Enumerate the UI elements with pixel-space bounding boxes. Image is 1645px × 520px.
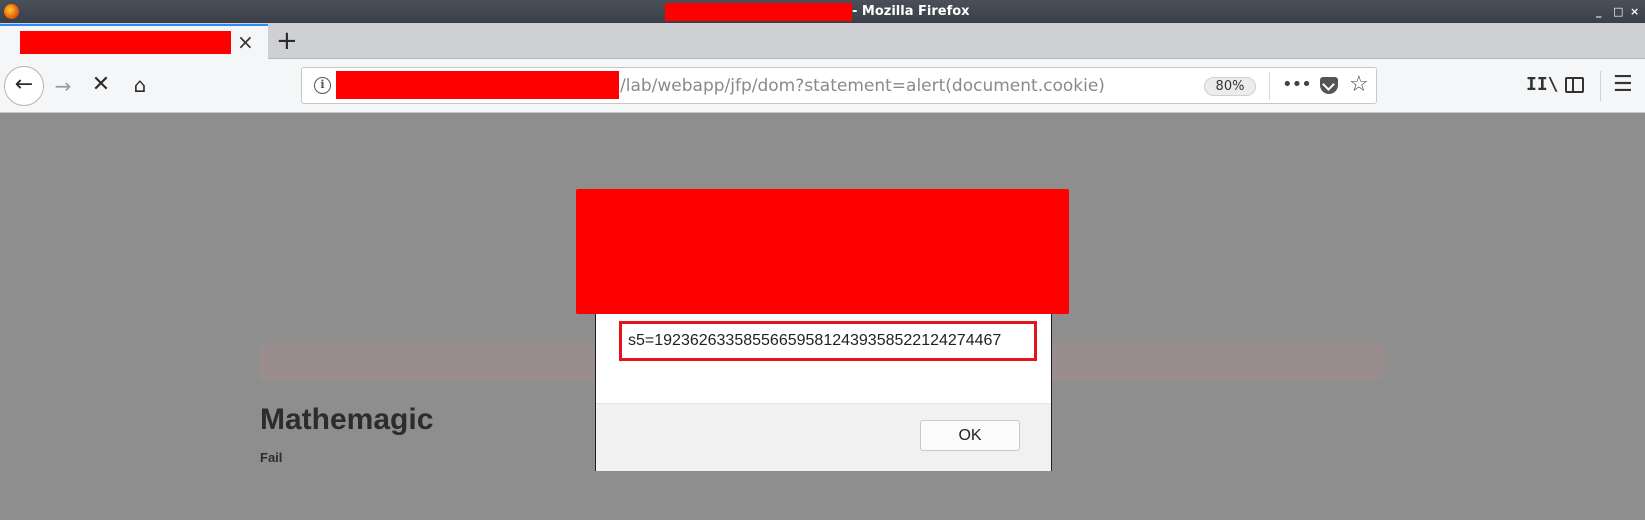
firefox-logo-icon bbox=[4, 4, 19, 19]
url-bar[interactable]: i /lab/webapp/jfp/dom?statement=alert(do… bbox=[301, 67, 1377, 104]
toolbar-separator bbox=[1600, 71, 1601, 101]
message-highlight-box: s5=1923626335855665958124393585221242744… bbox=[619, 321, 1037, 361]
alert-message: s5=1923626335855665958124393585221242744… bbox=[628, 332, 1002, 349]
sidebar-toggle-icon[interactable] bbox=[1565, 77, 1584, 93]
tab-strip: × bbox=[0, 23, 1645, 59]
close-window-button[interactable]: × bbox=[1630, 3, 1639, 20]
page-actions-icon[interactable]: ••• bbox=[1282, 73, 1312, 97]
pocket-icon[interactable] bbox=[1320, 77, 1338, 94]
library-icon[interactable]: II\ bbox=[1526, 73, 1559, 97]
forward-button[interactable]: → bbox=[51, 74, 75, 98]
window-titlebar: - Mozilla Firefox _ □ × bbox=[0, 0, 1645, 23]
bookmark-star-icon[interactable]: ☆ bbox=[1349, 72, 1369, 98]
tab-close-icon[interactable]: × bbox=[237, 29, 254, 55]
hamburger-menu-icon[interactable]: ☰ bbox=[1613, 73, 1633, 97]
tab-title-redaction bbox=[20, 31, 231, 54]
home-button[interactable]: ⌂ bbox=[127, 73, 153, 97]
url-separator bbox=[1269, 72, 1270, 100]
ok-button[interactable]: OK bbox=[920, 420, 1020, 451]
navigation-toolbar: ← → ✕ ⌂ i /lab/webapp/jfp/dom?statement=… bbox=[0, 59, 1645, 113]
window-title: - Mozilla Firefox bbox=[852, 4, 970, 19]
minimize-button[interactable]: _ bbox=[1596, 3, 1602, 20]
tab-active[interactable]: × bbox=[0, 24, 268, 59]
back-button[interactable]: ← bbox=[4, 66, 44, 106]
page-status-text: Fail bbox=[260, 450, 283, 465]
maximize-button[interactable]: □ bbox=[1613, 3, 1623, 20]
dialog-footer: OK bbox=[596, 403, 1051, 471]
site-info-icon[interactable]: i bbox=[314, 77, 331, 94]
url-host-redaction bbox=[336, 71, 619, 99]
stop-button[interactable]: ✕ bbox=[89, 73, 113, 97]
url-path[interactable]: /lab/webapp/jfp/dom?statement=alert(docu… bbox=[620, 76, 1105, 96]
title-redaction bbox=[665, 3, 852, 21]
dialog-header-redaction bbox=[576, 189, 1069, 314]
page-heading: Mathemagic bbox=[260, 403, 434, 436]
new-tab-button[interactable]: + bbox=[276, 26, 298, 56]
zoom-level-badge[interactable]: 80% bbox=[1204, 77, 1256, 96]
